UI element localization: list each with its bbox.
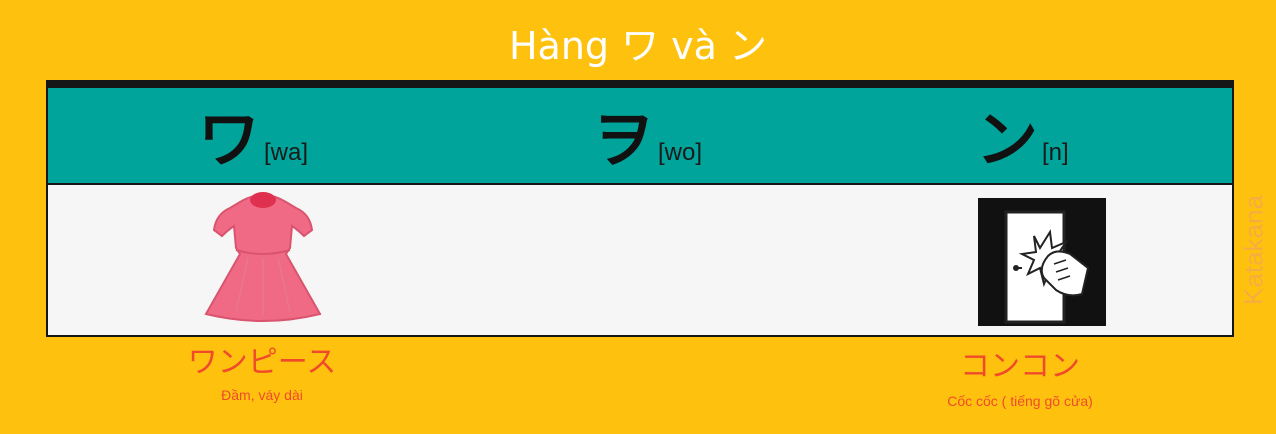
kana-char-wa: ワ (198, 103, 261, 176)
kana-romaji-n: [n] (1042, 139, 1069, 166)
kana-cell-wa: ワ [wa] (198, 103, 309, 176)
kana-romaji-wo: [wo] (658, 139, 703, 166)
door-knock-icon (978, 198, 1106, 326)
kana-romaji-wa: [wa] (264, 139, 309, 166)
example-meaning-n: Cốc cốc ( tiếng gõ cửa) (947, 393, 1093, 409)
kana-cell-wo: ヲ [wo] (592, 103, 703, 176)
pink-dress-icon (204, 192, 322, 322)
katakana-side-label: Katakana (1238, 195, 1269, 305)
example-word-n: コンコン (960, 349, 1080, 384)
table-header-row: ワ [wa] ヲ [wo] ン [n] (48, 88, 1232, 185)
page-title: Hàng ワ và ン (508, 24, 768, 68)
kana-cell-n: ン [n] (976, 103, 1069, 176)
kana-char-n: ン (976, 103, 1039, 176)
kana-char-wo: ヲ (592, 103, 655, 176)
kana-table: ワ [wa] ヲ [wo] ン [n] (46, 80, 1234, 337)
example-meaning-wa: Đầm, váy dài (221, 387, 303, 403)
example-word-wa: ワンピース (187, 345, 337, 380)
